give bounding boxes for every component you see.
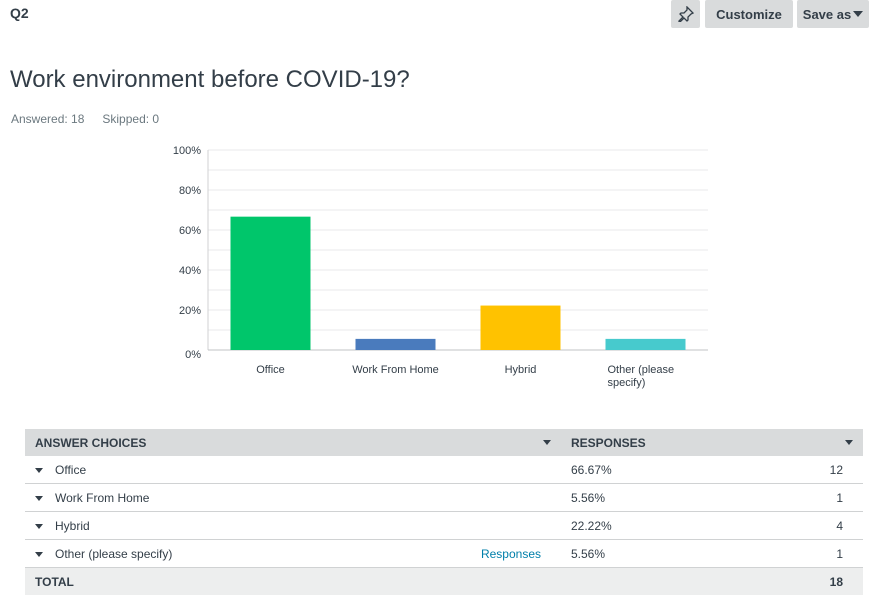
response-count: 12: [829, 462, 843, 477]
x-tick-label: Work From Home: [352, 364, 439, 376]
expand-caret-icon[interactable]: [35, 495, 43, 501]
x-tick-label: Office: [256, 364, 285, 376]
y-tick-label: 60%: [179, 225, 201, 237]
y-tick-label: 80%: [179, 185, 201, 197]
bar: [480, 305, 561, 350]
table-row: Office 66.67% 12: [25, 456, 863, 484]
results-table: ANSWER CHOICES RESPONSES Office 66.67% 12 W…: [25, 429, 863, 595]
answer-choices-header[interactable]: ANSWER CHOICES: [25, 429, 561, 456]
bar: [355, 338, 436, 350]
x-tick-label: specify): [608, 377, 646, 389]
x-tick-label: Hybrid: [505, 364, 537, 376]
response-count: 1: [836, 546, 843, 561]
total-label: TOTAL: [25, 567, 561, 595]
choice-label: Other (please specify): [55, 546, 173, 561]
bar-chart: 0% 20% 40% 60% 80% 100% Office Work From Home Hy…: [173, 145, 708, 389]
responses-link[interactable]: Responses: [481, 547, 541, 561]
choice-label: Work From Home: [55, 490, 150, 505]
y-tick-label: 40%: [179, 265, 201, 277]
response-cell: 5.56% 1: [561, 483, 863, 512]
sort-icon: [845, 439, 853, 445]
expand-caret-icon[interactable]: [35, 467, 43, 473]
y-tick-label: 20%: [179, 305, 201, 317]
choice-label: Office: [55, 462, 87, 477]
response-cell: 22.22% 4: [561, 511, 863, 540]
response-cell: 5.56% 1: [561, 539, 863, 568]
choice-cell: Other (please specify) Responses: [25, 539, 561, 568]
response-percent: 5.56%: [571, 546, 606, 561]
response-percent: 22.22%: [571, 518, 612, 533]
total-count: 18: [561, 567, 863, 595]
table-row: Work From Home 5.56% 1: [25, 483, 863, 512]
bar: [605, 338, 686, 350]
response-count: 4: [836, 518, 843, 533]
response-cell: 66.67% 12: [561, 456, 863, 484]
choice-cell: Hybrid: [25, 511, 561, 540]
choice-cell: Office: [25, 456, 561, 484]
x-tick-label: Other (please: [608, 364, 675, 376]
table-row: Hybrid 22.22% 4: [25, 511, 863, 540]
y-tick-label: 0%: [185, 349, 201, 361]
bar: [230, 216, 311, 350]
responses-header[interactable]: RESPONSES: [561, 429, 863, 456]
y-tick-label: 100%: [173, 145, 201, 157]
choice-cell: Work From Home: [25, 483, 561, 512]
sort-icon: [543, 439, 551, 445]
response-percent: 66.67%: [571, 462, 612, 477]
table-header: ANSWER CHOICES RESPONSES: [25, 429, 863, 456]
response-count: 1: [836, 490, 843, 505]
choice-label: Hybrid: [55, 518, 90, 533]
response-percent: 5.56%: [571, 490, 606, 505]
table-row: Other (please specify) Responses 5.56% 1: [25, 539, 863, 568]
expand-caret-icon[interactable]: [35, 551, 43, 557]
expand-caret-icon[interactable]: [35, 523, 43, 529]
total-row: TOTAL 18: [25, 567, 863, 595]
